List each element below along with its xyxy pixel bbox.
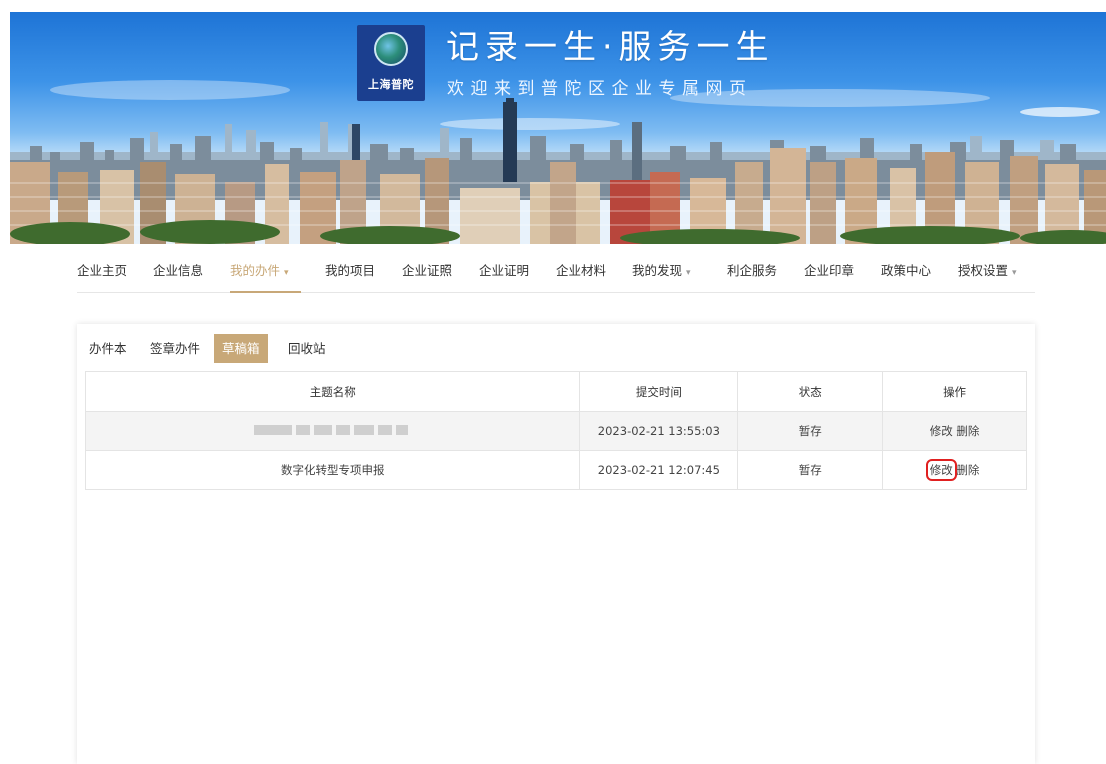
nav-item-materials[interactable]: 企业材料 (556, 260, 606, 291)
nav-label: 我的项目 (325, 263, 376, 278)
cell-status: 暂存 (737, 411, 884, 451)
header-banner: 上海普陀 记录一生·服务一生 欢迎来到普陀区企业专属网页 (10, 12, 1106, 244)
nav-item-my-cases[interactable]: 我的办件 ▾ (230, 260, 301, 293)
tab-label: 草稿箱 (222, 341, 260, 356)
column-header-actions: 操作 (882, 371, 1027, 412)
banner-subslogan: 欢迎来到普陀区企业专属网页 (447, 79, 753, 99)
cell-title: 数字化转型专项申报 (84, 450, 581, 490)
nav-item-my-projects[interactable]: 我的项目 (325, 260, 375, 291)
tab-label: 办件本 (89, 341, 127, 356)
nav-item-policy-center[interactable]: 政策中心 (881, 260, 931, 291)
logo: 上海普陀 (357, 25, 425, 101)
column-header-title: 主题名称 (84, 371, 581, 412)
nav-label: 企业证明 (479, 263, 530, 278)
nav-label: 企业证照 (402, 263, 453, 278)
cell-submit-time: 2023-02-21 13:55:03 (579, 411, 739, 451)
main-nav: 企业主页 企业信息 我的办件 ▾ 我的项目 企业证照 企业证明 企业材料 我的发现… (77, 252, 1035, 293)
tab-case-book[interactable]: 办件本 (81, 334, 135, 363)
nav-label: 我的办件 (230, 263, 281, 278)
nav-label: 我的发现 (632, 263, 683, 278)
chevron-down-icon: ▾ (686, 268, 691, 278)
edit-link[interactable]: 修改 (925, 459, 957, 481)
nav-item-authorization[interactable]: 授权设置 ▾ (958, 260, 1017, 291)
cell-submit-time: 2023-02-21 12:07:45 (579, 450, 739, 490)
nav-label: 企业信息 (153, 263, 204, 278)
tab-recycle-bin[interactable]: 回收站 (280, 334, 334, 363)
nav-item-enterprise-services[interactable]: 利企服务 (727, 260, 777, 291)
cell-status: 暂存 (737, 450, 884, 490)
tab-signed-cases[interactable]: 签章办件 (142, 334, 208, 363)
table-row: 2023-02-21 13:55:03 暂存 修改 删除 (84, 411, 1027, 451)
banner-slogan: 记录一生·服务一生 (446, 27, 775, 66)
column-header-time: 提交时间 (579, 371, 739, 412)
chevron-down-icon: ▾ (284, 268, 289, 278)
edit-link[interactable]: 修改 (930, 424, 953, 438)
tab-label: 签章办件 (150, 341, 201, 356)
chevron-down-icon: ▾ (1012, 268, 1017, 278)
nav-label: 企业印章 (804, 263, 855, 278)
table-header-row: 主题名称 提交时间 状态 操作 (84, 371, 1027, 412)
nav-item-home[interactable]: 企业主页 (77, 260, 127, 291)
nav-item-seals[interactable]: 企业印章 (804, 260, 854, 291)
drafts-table: 主题名称 提交时间 状态 操作 2023-02-21 13:55:03 暂存 修… (84, 371, 1027, 490)
column-header-status: 状态 (737, 371, 884, 412)
nav-label: 企业主页 (77, 263, 128, 278)
nav-item-licenses[interactable]: 企业证照 (402, 260, 452, 291)
nav-item-enterprise-info[interactable]: 企业信息 (153, 260, 203, 291)
table-row: 数字化转型专项申报 2023-02-21 12:07:45 暂存 修改 删除 (84, 450, 1027, 490)
nav-item-my-discoveries[interactable]: 我的发现 ▾ (632, 260, 691, 291)
nav-label: 企业材料 (556, 263, 607, 278)
nav-label: 授权设置 (958, 263, 1009, 278)
cell-actions: 修改 删除 (882, 450, 1027, 490)
logo-text: 上海普陀 (368, 78, 414, 91)
nav-item-certificates[interactable]: 企业证明 (479, 260, 529, 291)
tab-drafts[interactable]: 草稿箱 (214, 334, 268, 363)
cell-title (84, 411, 581, 451)
redacted-title (253, 424, 412, 438)
nav-label: 政策中心 (881, 263, 932, 278)
tab-label: 回收站 (288, 341, 326, 356)
content-panel: 办件本 签章办件 草稿箱 回收站 主题名称 提交时间 状态 操作 2023-02… (77, 324, 1035, 764)
nav-label: 利企服务 (727, 263, 778, 278)
delete-link[interactable]: 删除 (956, 424, 979, 438)
delete-link[interactable]: 删除 (956, 463, 979, 477)
logo-emblem-icon (374, 32, 408, 66)
cell-actions: 修改 删除 (882, 411, 1027, 451)
